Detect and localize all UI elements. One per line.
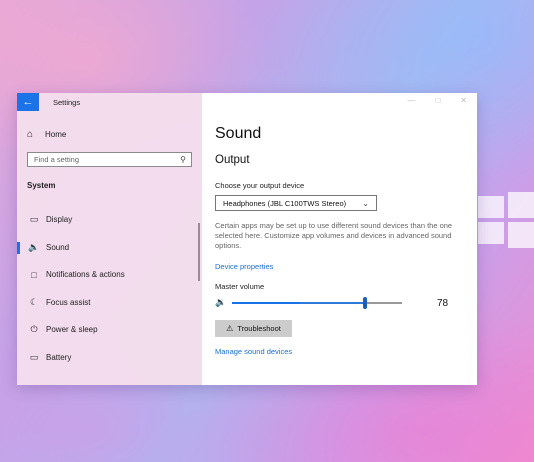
sidebar-item-focus-assist[interactable]: ☾ Focus assist xyxy=(17,289,202,317)
troubleshoot-label: Troubleshoot xyxy=(237,324,281,333)
troubleshoot-button[interactable]: ⚠ Troubleshoot xyxy=(215,320,292,337)
manage-sound-devices-link[interactable]: Manage sound devices xyxy=(215,347,477,356)
master-volume-label: Master volume xyxy=(215,282,265,291)
sidebar-item-notifications[interactable]: □ Notifications & actions xyxy=(17,261,202,289)
speaker-icon: 🔈 xyxy=(28,241,40,252)
output-description: Certain apps may be set up to use differ… xyxy=(215,221,453,250)
app-title: Settings xyxy=(53,97,81,107)
volume-slider-thumb[interactable] xyxy=(362,297,367,309)
battery-icon: ▭ xyxy=(29,351,39,362)
sidebar: ← Settings ⌂ Home Find a setting ⚲ Syste… xyxy=(17,93,202,385)
minimize-icon[interactable]: — xyxy=(407,96,415,105)
home-icon: ⌂ xyxy=(27,129,34,140)
search-icon: ⚲ xyxy=(180,155,186,164)
chevron-down-icon: ⌄ xyxy=(362,198,369,208)
sidebar-scrollbar[interactable] xyxy=(198,223,200,281)
sidebar-item-label: Notifications & actions xyxy=(46,270,125,280)
monitor-icon: ▭ xyxy=(29,214,39,225)
title-bar: ← Settings xyxy=(17,93,202,111)
page-title: Sound xyxy=(215,125,262,142)
back-button[interactable]: ← xyxy=(17,93,39,111)
speaker-icon[interactable]: 🔉 xyxy=(215,297,226,308)
section-title: Output xyxy=(215,154,250,166)
home-label: Home xyxy=(45,130,67,139)
sidebar-item-sound[interactable]: 🔈 Sound xyxy=(17,234,202,262)
sidebar-item-label: Power & sleep xyxy=(46,325,98,335)
window-controls: — □ ✕ xyxy=(407,96,467,105)
sidebar-item-label: Battery xyxy=(46,352,72,362)
arrow-left-icon: ← xyxy=(22,96,34,108)
sidebar-nav: ▭ Display 🔈 Sound □ Notifications & acti… xyxy=(17,206,202,371)
volume-row: 🔉 78 xyxy=(215,294,477,312)
selected-device: Headphones (JBL C100TWS Stereo) xyxy=(223,198,347,208)
output-device-label: Choose your output device xyxy=(215,181,305,190)
sidebar-item-label: Display xyxy=(46,215,73,225)
warning-icon: ⚠ xyxy=(226,324,234,333)
sidebar-item-display[interactable]: ▭ Display xyxy=(17,206,202,234)
section-label: System xyxy=(27,181,56,190)
volume-value: 78 xyxy=(437,298,449,309)
sidebar-item-battery[interactable]: ▭ Battery xyxy=(17,344,202,372)
search-input[interactable]: Find a setting ⚲ xyxy=(27,152,192,167)
moon-icon: ☾ xyxy=(29,296,39,307)
notification-icon: □ xyxy=(31,269,37,280)
volume-fill-full xyxy=(232,302,365,304)
maximize-icon[interactable]: □ xyxy=(435,96,440,105)
settings-window: ← Settings ⌂ Home Find a setting ⚲ Syste… xyxy=(17,93,477,385)
close-icon[interactable]: ✕ xyxy=(460,96,467,105)
sidebar-item-label: Sound xyxy=(46,242,70,252)
sidebar-item-label: Focus assist xyxy=(46,297,91,307)
volume-slider[interactable] xyxy=(232,297,402,309)
main-content: — □ ✕ Sound Output Choose your output de… xyxy=(202,93,477,385)
device-properties-link[interactable]: Device properties xyxy=(215,262,477,271)
output-device-select[interactable]: Headphones (JBL C100TWS Stereo) ⌄ xyxy=(215,195,377,211)
sidebar-item-power-sleep[interactable]: ⏻ Power & sleep xyxy=(17,316,202,344)
power-icon: ⏻ xyxy=(30,324,38,335)
home-link[interactable]: ⌂ Home xyxy=(27,129,202,140)
search-placeholder: Find a setting xyxy=(34,155,80,164)
